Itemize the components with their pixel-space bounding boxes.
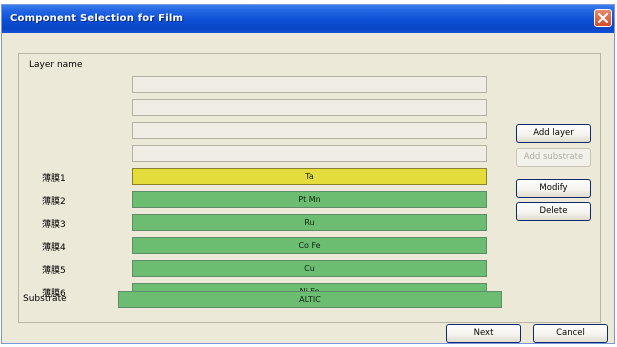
- layer-name-label: Layer name: [29, 60, 83, 70]
- layer-field-selected[interactable]: Ta: [132, 168, 487, 185]
- cancel-button[interactable]: Cancel: [533, 324, 608, 343]
- modify-button[interactable]: Modify: [516, 179, 591, 198]
- layer-group-box: Layer name 薄膜1 Ta 薄膜2 Pt Mn 薄膜3 Ru 薄膜4 Co Fe 薄膜5…: [18, 53, 601, 323]
- layer-label: 薄膜1: [42, 174, 66, 184]
- close-icon: [598, 13, 608, 23]
- layer-label: 薄膜4: [42, 243, 66, 253]
- empty-layer-slot[interactable]: [132, 145, 487, 162]
- add-layer-button[interactable]: Add layer: [516, 124, 591, 143]
- empty-layer-slot[interactable]: [132, 99, 487, 116]
- layer-field[interactable]: Pt Mn: [132, 191, 487, 208]
- empty-layer-slot[interactable]: [132, 122, 487, 139]
- layer-label: 薄膜2: [42, 197, 66, 207]
- substrate-field[interactable]: ALTIC: [118, 291, 502, 308]
- add-substrate-button[interactable]: Add substrate: [516, 148, 591, 167]
- title-bar[interactable]: Component Selection for Film: [2, 5, 614, 33]
- window-title: Component Selection for Film: [10, 13, 184, 24]
- next-button[interactable]: Next: [446, 324, 521, 343]
- layer-label: 薄膜3: [42, 220, 66, 230]
- layer-field[interactable]: Cu: [132, 260, 487, 277]
- close-button[interactable]: [594, 9, 612, 27]
- delete-button[interactable]: Delete: [516, 202, 591, 221]
- layer-label: 薄膜5: [42, 266, 66, 276]
- dialog-window: Component Selection for Film Layer name …: [1, 4, 615, 344]
- layer-field[interactable]: Ru: [132, 214, 487, 231]
- substrate-label: Substrate: [23, 294, 67, 304]
- layer-field[interactable]: Co Fe: [132, 237, 487, 254]
- dialog-body: Layer name 薄膜1 Ta 薄膜2 Pt Mn 薄膜3 Ru 薄膜4 Co Fe 薄膜5…: [5, 33, 611, 343]
- empty-layer-slot[interactable]: [132, 76, 487, 93]
